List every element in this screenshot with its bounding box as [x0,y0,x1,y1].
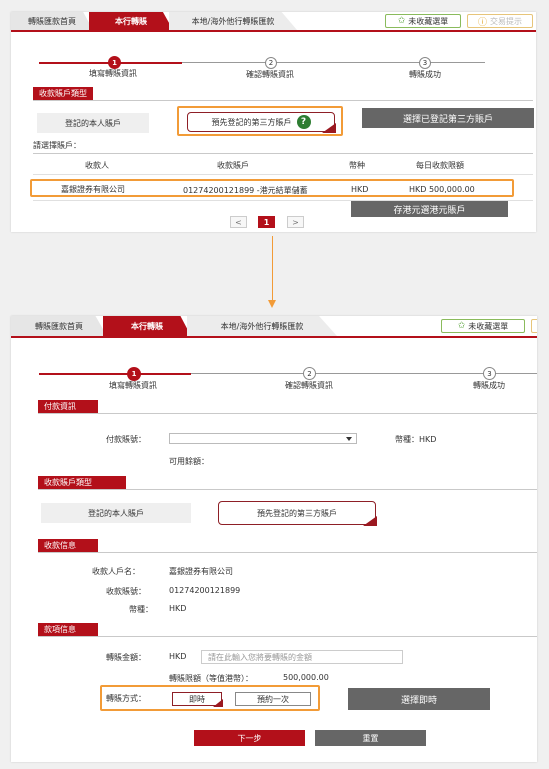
amount-currency: HKD [169,652,187,661]
transaction-tip-label: 交易提示 [490,16,522,26]
flow-arrow-head-icon [268,300,276,308]
tab-bar: 轉賬匯款首頁 本行轉賬 本地/海外他行轉賬匯款 ✩ 未收藏選單 ⓘ 交易提示 [11,12,536,32]
transfer-panel-step1: 轉賬匯款首頁 本行轉賬 本地/海外他行轉賬匯款 ✩ 未收藏選單 ⓘ 交易提示 1… [11,12,536,232]
payee-name-value: 嘉銀證券有限公司 [169,567,233,576]
favorite-menu-button[interactable]: ✩ 未收藏選單 [385,14,461,28]
third-party-account-label: 預先登記的第三方賬戶 [257,508,337,518]
section-divider [38,552,537,553]
step-1-label: 填寫轉賬資訊 [89,69,137,78]
transaction-tip-button[interactable] [531,319,537,333]
step-3-circle: 3 [419,57,431,69]
info-icon: ⓘ [477,17,487,28]
limit-value: 500,000.00 [283,673,329,682]
step-1-circle: 1 [127,367,141,381]
own-account-button[interactable]: 登記的本人賬戶 [37,113,149,133]
reset-button[interactable]: 重置 [315,730,426,746]
step-line-pending [182,62,485,63]
tab-local-bank-transfer[interactable]: 本行轉賬 [103,316,191,336]
star-icon: ✩ [457,321,466,331]
transaction-tip-button[interactable]: ⓘ 交易提示 [467,14,533,28]
tab-other-bank-transfer[interactable]: 本地/海外他行轉賬匯款 [187,316,337,336]
flow-arrow-line [272,236,273,302]
own-account-button[interactable]: 登記的本人賬戶 [41,503,191,523]
section-header-payee-type: 收款賬戶類型 [33,87,93,100]
select-account-label: 請選擇賬戶： [33,141,81,150]
callout-third-party: 選擇已登記第三方賬戶 [362,108,534,128]
tab-local-bank-transfer[interactable]: 本行轉賬 [89,12,173,30]
step-3-label: 轉賬成功 [473,381,505,390]
pay-currency-label: 幣種：HKD [395,435,437,444]
star-icon: ✩ [397,16,406,26]
step-2-label: 確認轉賬資訊 [285,381,333,390]
transfer-panel-step1-filled: 轉賬匯款首頁 本行轉賬 本地/海外他行轉賬匯款 ✩ 未收藏選單 1 2 3 填寫… [11,316,537,762]
step-3-label: 轉賬成功 [409,70,441,79]
step-line-done [39,373,191,375]
step-3-circle: 3 [483,367,496,380]
step-2-label: 確認轉賬資訊 [246,70,294,79]
tab-transfer-home[interactable]: 轉賬匯款首頁 [11,12,93,30]
pagination-prev[interactable]: < [230,216,247,228]
highlight-third-party [177,106,343,136]
callout-hkd-account: 存港元選港元賬戶 [351,201,508,217]
payee-currency-label: 幣種： [129,605,153,614]
table-top-divider [33,153,533,154]
pagination-next[interactable]: > [287,216,304,228]
col-header-daily-limit: 每日收款限額 [416,161,464,170]
section-divider [38,413,537,414]
pay-account-label: 付款賬號： [106,435,146,444]
next-step-button[interactable]: 下一步 [194,730,305,746]
col-header-currency: 幣种 [349,161,365,170]
step-2-circle: 2 [303,367,316,380]
highlight-transfer-mode [100,685,320,711]
section-header-amount: 款項信息 [38,623,98,636]
section-header-payee-info: 收款信息 [38,539,98,552]
chevron-down-icon [346,437,352,441]
section-divider [38,636,537,637]
payee-name-label: 收款人戶名： [92,567,140,576]
payee-account-value: 01274200121899 [169,586,241,595]
selected-check-icon [363,516,377,526]
col-header-payee: 收款人 [85,161,109,170]
callout-instant: 選擇即時 [348,688,490,710]
favorite-menu-label: 未收藏選單 [468,321,509,331]
tab-other-bank-transfer[interactable]: 本地/海外他行轉賬匯款 [169,12,297,30]
tab-transfer-home[interactable]: 轉賬匯款首頁 [11,316,107,336]
pay-account-select[interactable] [169,433,357,444]
section-header-payment: 付款資訊 [38,400,98,413]
pagination-page-1[interactable]: 1 [258,216,275,228]
section-divider [38,489,537,490]
highlight-table-row [30,179,514,197]
table-header-divider [33,174,533,175]
limit-label: 轉賬限額（等值港幣）： [169,674,253,683]
amount-input[interactable]: 請在此輸入您將要轉賬的金額 [201,650,403,664]
available-balance-label: 可用餘額： [169,457,209,466]
tab-bar: 轉賬匯款首頁 本行轉賬 本地/海外他行轉賬匯款 ✩ 未收藏選單 [11,316,537,338]
third-party-account-button[interactable]: 預先登記的第三方賬戶 [218,501,377,526]
step-2-circle: 2 [265,57,277,69]
amount-label: 轉賬金額： [106,653,146,662]
favorite-menu-button[interactable]: ✩ 未收藏選單 [441,319,525,333]
payee-currency-value: HKD [169,604,187,613]
step-1-label: 填寫轉賬資訊 [109,381,157,390]
section-header-payee-type: 收款賬戶類型 [38,476,126,489]
favorite-menu-label: 未收藏選單 [408,16,449,26]
col-header-account: 收款賬戶 [217,161,249,170]
payee-account-label: 收款賬號： [106,587,146,596]
section-divider [33,100,533,101]
